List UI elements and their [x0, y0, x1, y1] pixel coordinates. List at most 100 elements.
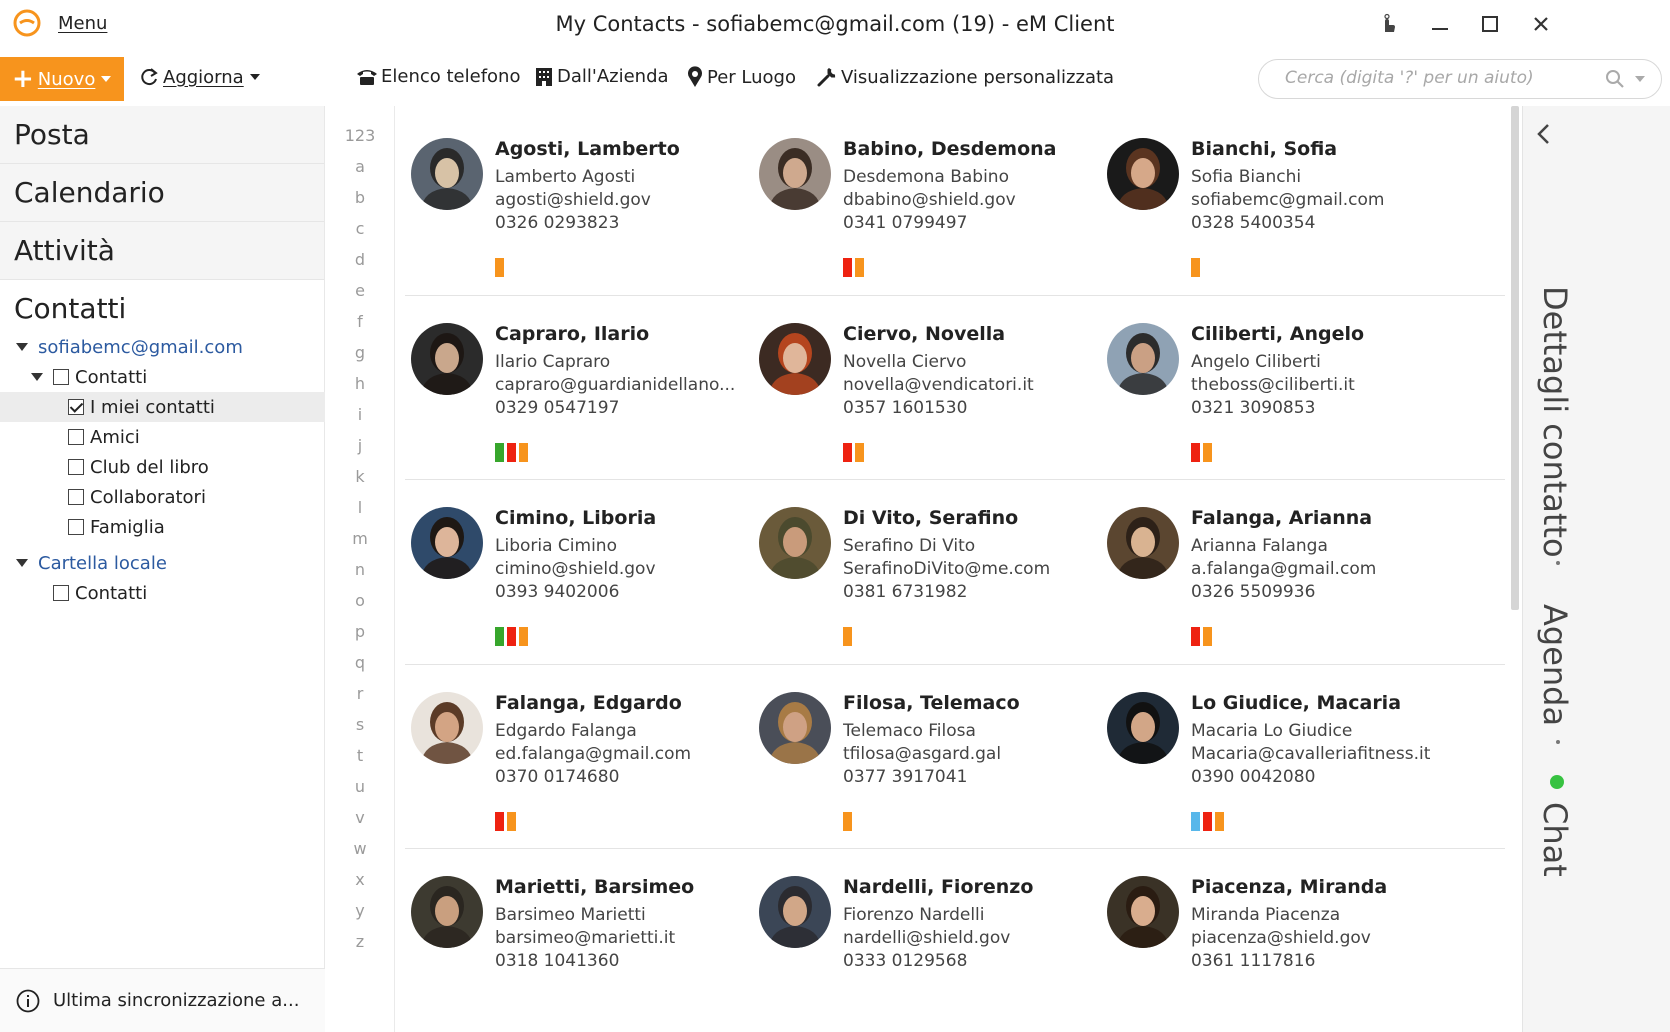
tree-local-contacts[interactable]: Contatti: [0, 578, 325, 608]
tree-group-family[interactable]: Famiglia: [0, 512, 325, 542]
alphabet-letter-h[interactable]: h: [328, 374, 392, 393]
alphabet-letter-t[interactable]: t: [328, 746, 392, 765]
checkbox[interactable]: [53, 369, 69, 385]
row-divider: [405, 294, 1505, 296]
checkbox[interactable]: [53, 585, 69, 601]
alphabet-letter-a[interactable]: a: [328, 157, 392, 176]
category-tag: [519, 442, 528, 462]
checkbox[interactable]: [68, 489, 84, 505]
map-pin-icon: [686, 66, 704, 88]
view-by-location[interactable]: Per Luogo: [686, 66, 796, 88]
maximize-icon[interactable]: [1472, 8, 1508, 40]
contact-card[interactable]: Ciervo, Novella Novella Ciervo novella@ven…: [741, 291, 1101, 481]
tab-chat[interactable]: Chat: [1536, 802, 1574, 877]
contact-card[interactable]: Filosa, Telemaco Telemaco Filosa tfilosa@a…: [741, 660, 1101, 850]
view-phone-list[interactable]: Elenco telefono: [356, 66, 520, 87]
contact-card[interactable]: Falanga, Edgardo Edgardo Falanga ed.falang…: [405, 660, 753, 850]
alphabet-letter-v[interactable]: v: [328, 808, 392, 827]
tree-account[interactable]: sofiabemc@gmail.com: [0, 332, 325, 362]
alphabet-letter-l[interactable]: l: [328, 498, 392, 517]
contact-card[interactable]: Ciliberti, Angelo Angelo Ciliberti theboss…: [1089, 291, 1449, 481]
expand-triangle-icon[interactable]: [31, 373, 43, 381]
alphabet-letter-r[interactable]: r: [328, 684, 392, 703]
category-tag: [495, 258, 504, 277]
alphabet-letter-q[interactable]: q: [328, 653, 392, 672]
sync-status-bar[interactable]: Ultima sincronizzazione a...: [0, 968, 325, 1032]
alphabet-letter-z[interactable]: z: [328, 932, 392, 951]
nav-calendar[interactable]: Calendario: [0, 164, 324, 222]
contact-card[interactable]: Capraro, Ilario Ilario Capraro capraro@gua…: [405, 291, 753, 481]
contact-card[interactable]: Bianchi, Sofia Sofia Bianchi sofiabemc@gma…: [1089, 106, 1449, 296]
alphabet-letter-g[interactable]: g: [328, 343, 392, 362]
tree-group-friends[interactable]: Amici: [0, 422, 325, 452]
refresh-button[interactable]: Aggiorna: [138, 66, 260, 88]
search-icon[interactable]: [1605, 69, 1625, 93]
close-icon[interactable]: [1523, 8, 1559, 40]
view-by-location-label: Per Luogo: [707, 66, 796, 88]
scrollbar[interactable]: [1510, 106, 1520, 1032]
alphabet-letter-f[interactable]: f: [328, 312, 392, 331]
nav-tasks[interactable]: Attività: [0, 222, 324, 280]
alphabet-letter-u[interactable]: u: [328, 777, 392, 796]
tree-group-book-club[interactable]: Club del libro: [0, 452, 325, 482]
avatar: [759, 138, 831, 210]
alphabet-letter-b[interactable]: b: [328, 188, 392, 207]
contact-card[interactable]: Marietti, Barsimeo Barsimeo Marietti barsi…: [405, 844, 753, 1032]
alphabet-letter-o[interactable]: o: [328, 591, 392, 610]
minimize-icon[interactable]: [1422, 8, 1458, 40]
tab-contact-details[interactable]: Dettagli contatto: [1536, 286, 1574, 558]
alphabet-letter-i[interactable]: i: [328, 405, 392, 424]
tree-local-folder[interactable]: Cartella locale: [0, 548, 325, 578]
alphabet-letter-s[interactable]: s: [328, 715, 392, 734]
contact-card[interactable]: Cimino, Liboria Liboria Cimino cimino@shie…: [405, 475, 753, 665]
alphabet-letter-y[interactable]: y: [328, 901, 392, 920]
contact-display-name: Nardelli, Fiorenzo: [843, 876, 1034, 898]
alphabet-letter-k[interactable]: k: [328, 467, 392, 486]
expand-triangle-icon[interactable]: [16, 559, 28, 567]
tree-group-my-contacts[interactable]: I miei contatti: [0, 392, 325, 422]
view-custom[interactable]: Visualizzazione personalizzata: [816, 66, 1114, 88]
menu-button[interactable]: Menu: [58, 13, 107, 34]
alphabet-letter-w[interactable]: w: [328, 839, 392, 858]
alphabet-letter-e[interactable]: e: [328, 281, 392, 300]
checkbox[interactable]: [68, 519, 84, 535]
new-button[interactable]: + Nuovo: [0, 57, 124, 101]
alphabet-letter-p[interactable]: p: [328, 622, 392, 641]
chevron-down-icon[interactable]: [1635, 76, 1645, 82]
alphabet-letter-x[interactable]: x: [328, 870, 392, 889]
tab-agenda[interactable]: Agenda: [1536, 604, 1574, 726]
contact-card[interactable]: Agosti, Lamberto Lamberto Agosti agosti@sh…: [405, 106, 753, 296]
contact-email: barsimeo@marietti.it: [495, 928, 676, 948]
contact-display-name: Filosa, Telemaco: [843, 691, 1020, 714]
view-by-company[interactable]: Dall'Azienda: [534, 66, 669, 87]
nav-contacts[interactable]: Contatti: [0, 280, 324, 338]
contact-card[interactable]: Falanga, Arianna Arianna Falanga a.falanga…: [1089, 475, 1449, 665]
category-tags: [495, 258, 504, 277]
search-input[interactable]: Cerca (digita '?' per un aiuto): [1258, 59, 1662, 99]
contact-card[interactable]: Lo Giudice, Macaria Macaria Lo Giudice Mac…: [1089, 660, 1449, 850]
alphabet-letter-j[interactable]: j: [328, 436, 392, 455]
alphabet-letter-d[interactable]: d: [328, 250, 392, 269]
tree-folder-contacts[interactable]: Contatti: [0, 362, 325, 392]
nav-mail[interactable]: Posta: [0, 106, 324, 164]
contact-card[interactable]: Di Vito, Serafino Serafino Di Vito Serafin…: [741, 475, 1101, 665]
alphabet-letter-numbers[interactable]: 123: [328, 126, 392, 145]
checkbox[interactable]: [68, 459, 84, 475]
contact-card[interactable]: Nardelli, Fiorenzo Fiorenzo Nardelli narde…: [741, 844, 1101, 1032]
contact-card[interactable]: Babino, Desdemona Desdemona Babino dbabino…: [741, 106, 1101, 296]
contact-display-name: Lo Giudice, Macaria: [1191, 691, 1402, 714]
touch-mode-icon[interactable]: [1370, 8, 1406, 40]
expand-triangle-icon[interactable]: [16, 343, 28, 351]
alphabet-letter-n[interactable]: n: [328, 560, 392, 579]
checkbox[interactable]: [68, 429, 84, 445]
alphabet-letter-m[interactable]: m: [328, 529, 392, 548]
checkbox-checked[interactable]: [68, 399, 84, 415]
contact-card[interactable]: Piacenza, Miranda Miranda Piacenza piacenz…: [1089, 844, 1449, 1032]
alphabet-letter-c[interactable]: c: [328, 219, 392, 238]
group-label: Famiglia: [90, 516, 165, 538]
tree-group-colleagues[interactable]: Collaboratori: [0, 482, 325, 512]
category-tag: [855, 258, 864, 277]
em-client-logo-icon[interactable]: [12, 8, 42, 38]
chevron-left-icon[interactable]: [1535, 122, 1553, 146]
scroll-thumb[interactable]: [1511, 106, 1519, 610]
